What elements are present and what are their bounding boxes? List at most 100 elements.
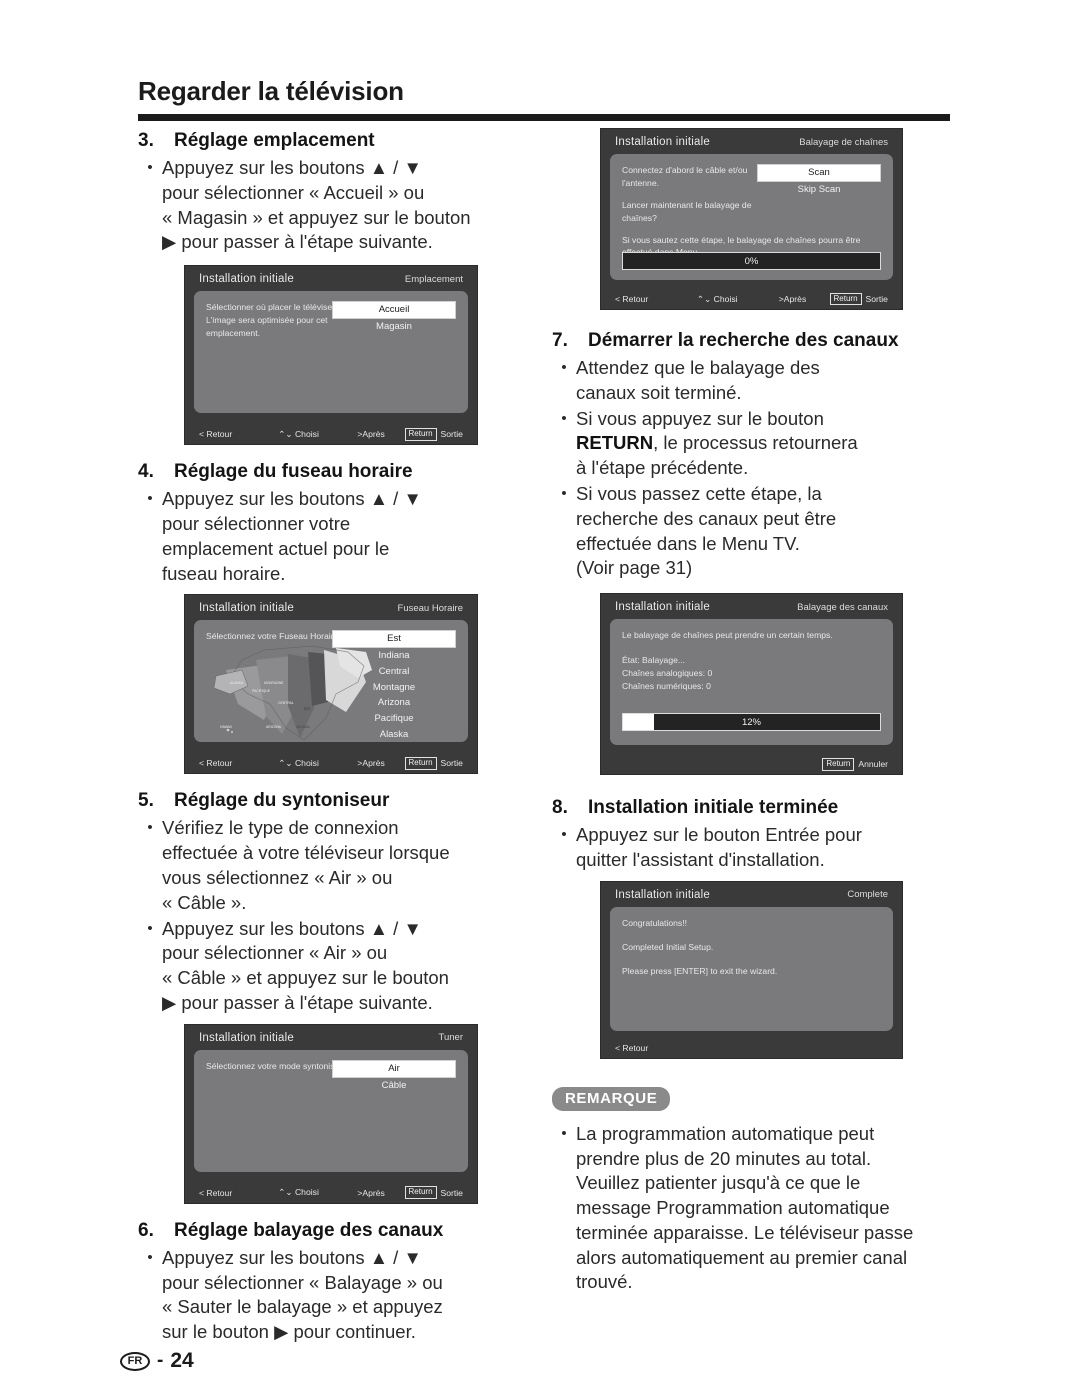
osd-exit-label: Sortie	[440, 1187, 463, 1198]
step-8-title: Installation initiale terminée	[588, 797, 839, 819]
osd-option-indiana[interactable]: Indiana	[332, 648, 456, 664]
osd-option-est[interactable]: Est	[332, 630, 456, 649]
osd-next-hint: >Après	[357, 1187, 385, 1198]
osd-option-list[interactable]: Air Câble	[332, 1059, 456, 1094]
osd-exit-hint: Return Sortie	[404, 1186, 463, 1200]
osd-option-list[interactable]: Est Indiana Central Montagne Arizona Pac…	[332, 630, 456, 742]
osd-exit-label: Sortie	[865, 293, 888, 304]
right-column: Installation initiale Balayage de chaîne…	[552, 128, 952, 1295]
osd-header: Installation initiale Balayage de chaîne…	[601, 129, 902, 154]
osd-option-air[interactable]: Air	[332, 1059, 456, 1078]
osd-header: Installation initiale Fuseau Horaire	[185, 595, 477, 620]
bullet-line: Si vous passez cette étape, la	[576, 482, 822, 504]
osd-footer: < Retour ⌃⌄ Choisi >Après Return Sortie	[601, 289, 902, 309]
osd-subtitle: Complete	[847, 889, 888, 901]
osd-choose-hint: ⌃⌄ Choisi	[278, 1187, 319, 1198]
osd-body: Connectez d'abord le câble et/ou l'anten…	[610, 154, 893, 280]
osd-title: Installation initiale	[199, 602, 294, 615]
footer-dash: -	[157, 1350, 164, 1371]
remarque-line: La programmation automatique peut	[576, 1122, 875, 1144]
bullet-body: Appuyez sur le bouton Entrée pour quitte…	[576, 823, 952, 873]
step-6-heading: 6. Réglage balayage des canaux	[138, 1218, 538, 1243]
osd-option-list[interactable]: Scan Skip Scan	[757, 164, 881, 198]
remarque-line: Veuillez patienter jusqu'à ce que le	[576, 1172, 861, 1194]
remarque-line: prendre plus de 20 minutes au total.	[576, 1147, 872, 1169]
osd-option-cable[interactable]: Câble	[332, 1078, 456, 1094]
osd-subtitle: Fuseau Horaire	[397, 602, 463, 614]
step-7-bullets: • Attendez que le balayage des canaux so…	[552, 356, 952, 581]
osd-exit-label: Sortie	[440, 429, 463, 440]
bullet-line: fuseau horaire.	[162, 562, 286, 584]
osd-desc-line: Completed Initial Setup.	[622, 941, 714, 952]
bullet-body: Appuyez sur les boutons ▲ / ▼ pour sélec…	[162, 917, 538, 1016]
osd-cancel-label: Annuler	[858, 759, 888, 770]
osd-footer: < Retour ⌃⌄ Choisi >Après Return Sortie	[185, 1183, 477, 1203]
bullet-line: sur le bouton ▶ pour continuer.	[162, 1321, 416, 1343]
osd-desc-line: L'image sera optimisée pour cet	[206, 315, 328, 326]
osd-status-line: État: Balayage...	[622, 655, 686, 665]
bullet-line: Si vous appuyez sur le bouton	[576, 407, 824, 429]
step-4-title: Réglage du fuseau horaire	[174, 461, 413, 483]
page-header: Regarder la télévision	[138, 76, 952, 107]
osd-title: Installation initiale	[199, 1031, 294, 1044]
step-5: 5. Réglage du syntoniseur • Vérifiez le …	[138, 788, 538, 1015]
osd-title: Installation initiale	[615, 601, 710, 614]
bullet-icon: •	[147, 919, 153, 937]
locale-badge: FR	[120, 1351, 150, 1371]
return-key-icon: Return	[822, 757, 855, 771]
bullet-line: emplacement actuel pour le	[162, 537, 390, 559]
osd-option-accueil[interactable]: Accueil	[332, 301, 456, 319]
osd-desc-line: Sélectionner où placer le téléviseur.	[206, 302, 342, 313]
osd-option-alaska[interactable]: Alaska	[332, 727, 456, 742]
osd-desc-line: Connectez d'abord le câble et/ou l'anten…	[622, 165, 748, 188]
step-4: 4. Réglage du fuseau horaire • Appuyez s…	[138, 459, 538, 586]
page-footer: FR - 24	[120, 1349, 194, 1373]
osd-title: Installation initiale	[199, 273, 294, 286]
step-8-bullets: • Appuyez sur le bouton Entrée pour quit…	[552, 823, 952, 873]
step-7-title: Démarrer la recherche des canaux	[588, 330, 899, 351]
osd-back-hint: < Retour	[615, 294, 649, 304]
bullet-line: « Câble » et appuyez sur le bouton	[162, 967, 449, 989]
osd-option-arizona[interactable]: Arizona	[332, 695, 456, 711]
osd-choose-hint: ⌃⌄ Choisi	[696, 293, 738, 304]
step-3: 3. Réglage emplacement • Appuyez sur les…	[138, 128, 538, 255]
osd-choose-hint: ⌃⌄ Choisi	[278, 428, 319, 439]
list-item: • Appuyez sur les boutons ▲ / ▼ pour sél…	[138, 1246, 538, 1345]
osd-option-scan[interactable]: Scan	[757, 164, 881, 182]
osd-body: Sélectionnez votre Fuseau Horaire: ALASK…	[194, 620, 468, 743]
bullet-icon: •	[561, 359, 567, 377]
step-5-number: 5.	[138, 790, 154, 812]
bullet-line: Appuyez sur les boutons ▲ / ▼	[162, 917, 422, 939]
svg-text:PACIFIQUE: PACIFIQUE	[252, 689, 271, 693]
osd-description: Congratulations!! Completed Initial Setu…	[622, 917, 881, 978]
osd-digital-count: Chaînes numériques: 0	[622, 680, 711, 691]
osd-option-central[interactable]: Central	[332, 664, 456, 680]
osd-option-pacifique[interactable]: Pacifique	[332, 711, 456, 727]
osd-option-montagne[interactable]: Montagne	[332, 680, 456, 696]
list-item: • Vérifiez le type de connexion effectué…	[138, 816, 538, 915]
osd-exit-hint: Return Sortie	[829, 292, 888, 306]
osd-option-skip-scan[interactable]: Skip Scan	[757, 182, 881, 198]
osd-header: Installation initiale Balayage des canau…	[601, 594, 902, 619]
svg-text:CENTRAL: CENTRAL	[278, 701, 294, 705]
bullet-line: recherche des canaux peut être	[576, 507, 837, 529]
osd-option-magasin[interactable]: Magasin	[332, 319, 456, 335]
step-7-number: 7.	[552, 330, 568, 351]
bullet-line: ▶ pour passer à l'étape suivante.	[162, 991, 433, 1013]
osd-next-hint: >Après	[357, 758, 385, 769]
list-item: • Si vous appuyez sur le bouton RETURN, …	[552, 407, 952, 481]
osd-option-list[interactable]: Accueil Magasin	[332, 301, 456, 335]
osd-analog-count: Chaînes analogiques: 0	[622, 667, 713, 678]
step-3-bullets: • Appuyez sur les boutons ▲ / ▼ pour sél…	[138, 156, 538, 255]
remarque-line: message Programmation automatique	[576, 1197, 890, 1219]
osd-back-hint: < Retour	[199, 758, 233, 769]
osd-desc-line: Lancer maintenant le balayage de chaînes…	[622, 199, 752, 223]
osd-next-hint: >Après	[357, 429, 385, 440]
bullet-line: pour sélectionner votre	[162, 513, 351, 535]
remarque-note: • La programmation automatique peut pren…	[552, 1122, 952, 1295]
osd-body: Sélectionner où placer le téléviseur. L'…	[194, 291, 468, 414]
step-4-heading: 4. Réglage du fuseau horaire	[138, 459, 538, 484]
list-item: • Attendez que le balayage des canaux so…	[552, 356, 952, 406]
osd-exit-hint: Return Sortie	[404, 427, 463, 441]
bullet-body: Si vous appuyez sur le bouton RETURN, le…	[576, 407, 952, 481]
